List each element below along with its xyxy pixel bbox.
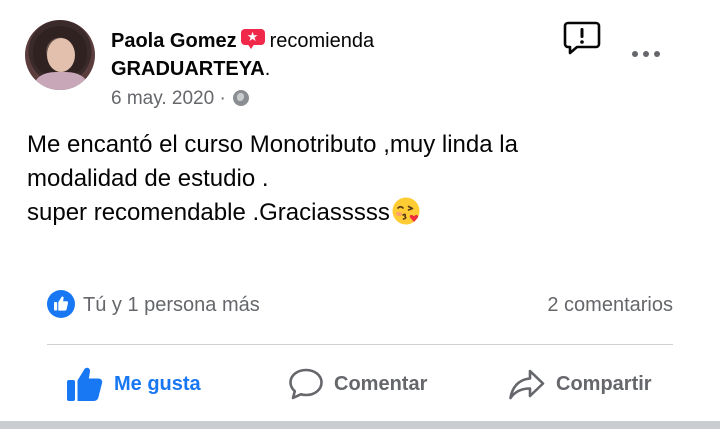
avatar-shirt (35, 72, 87, 90)
globe-icon (233, 90, 250, 106)
meta-separator: · (219, 88, 226, 109)
share-icon (509, 369, 545, 400)
report-icon[interactable] (563, 20, 601, 56)
avatar[interactable] (25, 20, 95, 90)
recommended-page: GRADUARTEYA. (111, 56, 270, 82)
reactions-summary[interactable]: Tú y 1 persona más (47, 290, 260, 320)
post-card: Paola Gomez ★ recomienda GRADUARTEYA. 6 ma… (0, 0, 720, 429)
page-name[interactable]: GRADUARTEYA (111, 58, 265, 80)
like-reaction-icon (47, 290, 75, 318)
recommend-verb: recomienda (269, 30, 375, 52)
post-text: Me encantó el curso Monotributo ,muy lin… (27, 128, 687, 230)
recommend-icon: ★ (240, 29, 267, 49)
post-text-line-last: super recomendable .Graciasssss (27, 196, 687, 230)
post-meta: 6 may. 2020 · (111, 86, 250, 112)
author-name[interactable]: Paola Gomez (111, 30, 237, 52)
comment-label: Comentar (334, 372, 428, 395)
post-header: Paola Gomez ★ recomienda (111, 28, 374, 54)
post-text-line: modalidad de estudio . (27, 165, 269, 192)
post-text-line: Me encantó el curso Monotributo ,muy lin… (27, 131, 518, 158)
feed-separator (0, 421, 720, 429)
like-label: Me gusta (114, 372, 201, 395)
comment-button[interactable]: Comentar (288, 364, 427, 404)
like-button[interactable]: Me gusta (66, 364, 201, 404)
reactions-text: Tú y 1 persona más (83, 294, 260, 316)
comments-count[interactable]: 2 comentarios (547, 290, 673, 320)
more-options-icon[interactable] (630, 46, 664, 62)
avatar-face (47, 38, 75, 72)
page-suffix: . (264, 58, 271, 80)
face-blowing-kiss-emoji (392, 197, 420, 225)
post-date[interactable]: 6 may. 2020 (111, 88, 214, 109)
share-label: Compartir (556, 372, 652, 395)
share-button[interactable]: Compartir (508, 364, 652, 404)
post-text-line: super recomendable .Graciasssss (27, 199, 390, 226)
thumbs-up-icon (67, 367, 103, 401)
comment-icon (289, 368, 323, 400)
divider (47, 344, 673, 345)
